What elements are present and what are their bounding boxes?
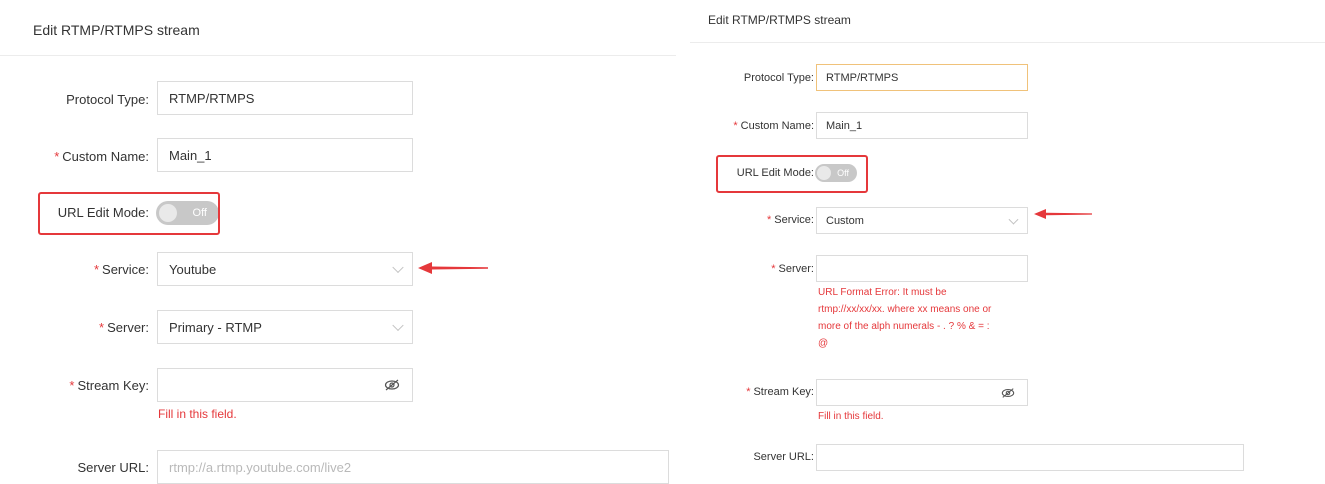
highlight-box bbox=[716, 155, 868, 193]
highlight-box bbox=[38, 192, 220, 235]
eye-off-icon[interactable] bbox=[1001, 387, 1015, 398]
stream-key-error: Fill in this field. bbox=[158, 407, 237, 421]
error-line: rtmp://xx/xx/xx. where xx means one or bbox=[818, 304, 992, 315]
stream-key-input[interactable] bbox=[816, 379, 1028, 406]
error-line: @ bbox=[818, 338, 829, 349]
server-url-label: Server URL: bbox=[753, 451, 814, 463]
red-arrow-icon bbox=[418, 262, 488, 274]
custom-name-input[interactable]: Main_1 bbox=[157, 138, 413, 172]
chevron-down-icon bbox=[1008, 214, 1019, 225]
server-label: * Server: bbox=[99, 320, 149, 335]
required-marker: * bbox=[771, 263, 776, 275]
stream-key-label: * Stream Key: bbox=[69, 378, 149, 393]
service-select[interactable]: Youtube bbox=[157, 252, 413, 286]
required-marker: * bbox=[93, 262, 100, 277]
right-edit-stream-panel: Edit RTMP/RTMPS stream Protocol Type: RT… bbox=[690, 0, 1325, 473]
custom-name-input[interactable]: Main_1 bbox=[816, 112, 1028, 139]
title-divider bbox=[690, 42, 1325, 43]
protocol-type-value: RTMP/RTMPS bbox=[169, 90, 255, 106]
custom-name-value: Main_1 bbox=[169, 147, 212, 163]
server-value: Primary - RTMP bbox=[169, 319, 262, 335]
error-line: more of the alph numerals - . ? % & = : bbox=[818, 321, 990, 332]
server-label: * Server: bbox=[771, 263, 814, 275]
stream-key-input[interactable] bbox=[157, 368, 413, 402]
server-url-input[interactable] bbox=[816, 444, 1244, 471]
required-marker: * bbox=[99, 320, 105, 335]
chevron-down-icon bbox=[392, 319, 404, 332]
service-value: Custom bbox=[826, 214, 864, 227]
service-label: * Service: bbox=[93, 262, 149, 277]
custom-name-value: Main_1 bbox=[826, 119, 863, 132]
protocol-type-field[interactable]: RTMP/RTMPS bbox=[157, 81, 413, 115]
error-line: URL Format Error: It must be bbox=[818, 287, 947, 298]
protocol-type-label: Protocol Type: bbox=[743, 72, 814, 84]
panel-title: Edit RTMP/RTMPS stream bbox=[708, 13, 851, 27]
required-marker: * bbox=[733, 120, 738, 132]
server-url-format-error: URL Format Error: It must be rtmp://xx/x… bbox=[818, 284, 1038, 352]
custom-name-label: * Custom Name: bbox=[54, 149, 149, 164]
stream-key-error: Fill in this field. bbox=[818, 411, 884, 422]
required-marker: * bbox=[54, 149, 60, 164]
custom-name-label: * Custom Name: bbox=[733, 120, 814, 132]
chevron-down-icon bbox=[392, 261, 404, 274]
eye-off-icon[interactable] bbox=[384, 379, 400, 391]
server-url-placeholder: rtmp://a.rtmp.youtube.com/live2 bbox=[169, 459, 352, 475]
required-marker: * bbox=[69, 378, 75, 393]
protocol-type-label: Protocol Type: bbox=[66, 92, 149, 107]
server-input[interactable] bbox=[816, 255, 1028, 282]
service-select[interactable]: Custom bbox=[816, 207, 1028, 234]
left-edit-stream-panel: Edit RTMP/RTMPS stream Protocol Type: RT… bbox=[0, 0, 676, 484]
server-url-input[interactable]: rtmp://a.rtmp.youtube.com/live2 bbox=[157, 450, 669, 484]
protocol-type-value: RTMP/RTMPS bbox=[826, 71, 899, 84]
required-marker: * bbox=[746, 386, 751, 398]
stream-key-label: * Stream Key: bbox=[746, 386, 814, 398]
red-arrow-icon bbox=[1034, 209, 1092, 219]
panel-title: Edit RTMP/RTMPS stream bbox=[33, 22, 200, 38]
title-divider bbox=[0, 55, 676, 56]
service-label: * Service: bbox=[766, 214, 814, 226]
required-marker: * bbox=[766, 214, 772, 226]
service-value: Youtube bbox=[169, 261, 217, 277]
server-select[interactable]: Primary - RTMP bbox=[157, 310, 413, 344]
protocol-type-field[interactable]: RTMP/RTMPS bbox=[816, 64, 1028, 91]
